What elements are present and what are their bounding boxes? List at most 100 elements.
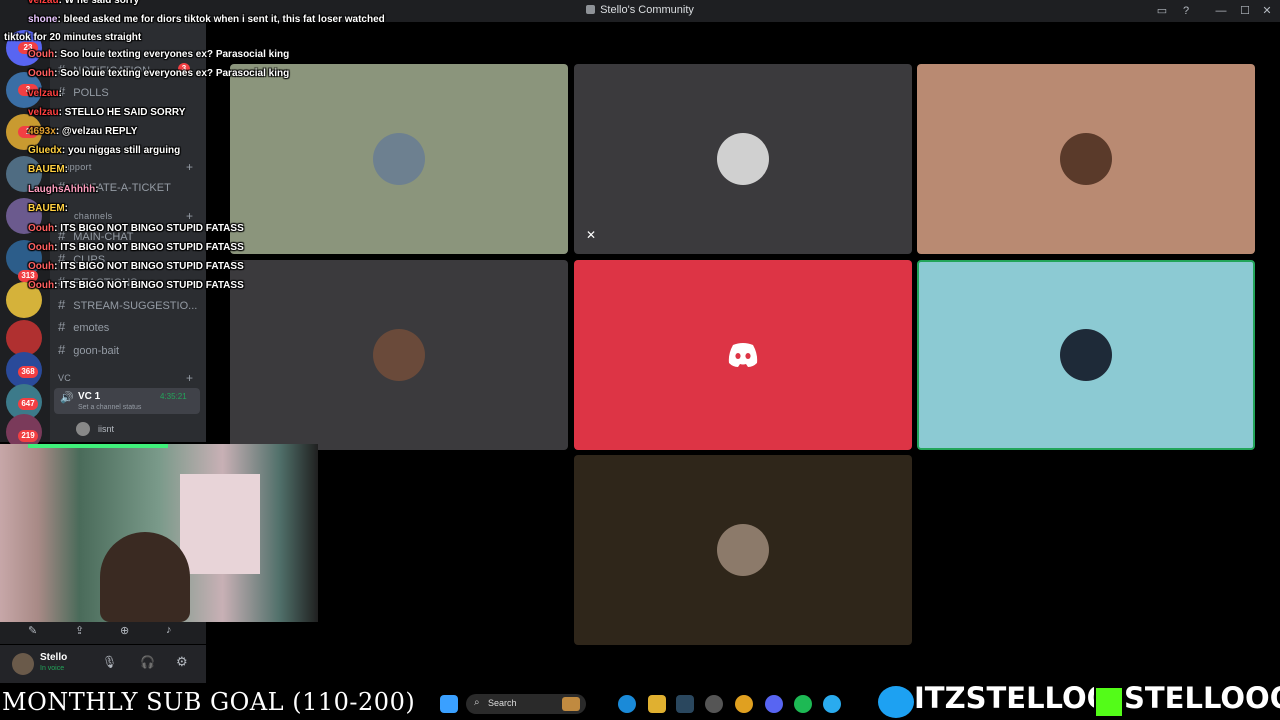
speaker-icon: 🔊 <box>60 392 74 404</box>
chat-message: BAUEM: <box>0 203 68 214</box>
chat-text: : you niggas still arguing <box>61 145 181 156</box>
channel-label: emotes <box>73 322 110 334</box>
chat-message: shone: bleed asked me for diors tiktok w… <box>0 14 385 25</box>
microphone-icon[interactable]: 🎙 <box>102 655 117 669</box>
participant-tile[interactable] <box>574 455 912 645</box>
search-highlight-icon <box>562 697 580 711</box>
server-badge: 219 <box>18 430 38 442</box>
file-explorer-icon[interactable] <box>648 695 666 713</box>
telegram-icon[interactable] <box>823 695 841 713</box>
add-channel-icon[interactable]: + <box>186 371 193 385</box>
voice-timer: 4:35:21 <box>160 392 187 401</box>
chat-text: : ITS BIGO NOT BINGO STUPID FATASS <box>54 242 244 253</box>
channel-label: STREAM-SUGGESTIO... <box>73 300 198 312</box>
chat-message: Oouh: ITS BIGO NOT BINGO STUPID FATASS <box>0 223 244 234</box>
chat-text: : W he said sorry <box>58 0 140 6</box>
edge-icon[interactable] <box>618 695 636 713</box>
chat-message: 4693x: @velzau REPLY <box>0 126 137 137</box>
chat-username: velzau <box>28 0 59 6</box>
avatar <box>717 524 769 576</box>
muted-mic-icon: ✕ <box>586 228 597 242</box>
chat-message: tiktok for 20 minutes straight <box>0 32 141 43</box>
voice-channel-name: VC 1 <box>78 391 101 402</box>
participant-tile[interactable] <box>574 260 912 450</box>
help-icon[interactable]: ? <box>1177 3 1195 19</box>
chat-username: Oouh <box>28 280 55 291</box>
chat-message: BAUEM: <box>0 164 68 175</box>
chat-username: BAUEM <box>28 203 65 214</box>
inbox-icon[interactable]: ▭ <box>1153 3 1171 19</box>
chat-text: : @velzau REPLY <box>55 126 138 137</box>
activity-icon[interactable]: ⊕ <box>120 624 129 637</box>
chat-text: : STELLO HE SAID SORRY <box>58 107 186 118</box>
participant-tile[interactable]: ✕ <box>574 64 912 254</box>
chat-text: : bleed asked me for diors tiktok when i… <box>57 14 385 25</box>
spotify-icon[interactable] <box>794 695 812 713</box>
voice-channel-vc1[interactable]: 🔊 VC 1 4:35:21 Set a channel status <box>54 388 200 414</box>
discord-logo-icon <box>728 343 758 367</box>
hash-icon: # <box>58 319 66 334</box>
headphones-icon[interactable]: 🎧 <box>140 655 155 669</box>
channel-status[interactable]: Set a channel status <box>78 404 141 411</box>
chat-message: Oouh: Soo louie texting everyones ex? Pa… <box>0 68 289 79</box>
discord-icon[interactable] <box>765 695 783 713</box>
whiteboard <box>180 474 260 574</box>
kick-handle: STELLOOO <box>1124 681 1280 715</box>
chat-message: Oouh: ITS BIGO NOT BINGO STUPID FATASS <box>0 242 244 253</box>
soundboard-icon[interactable]: ♪ <box>166 624 172 636</box>
chat-username: BAUEM <box>28 164 65 175</box>
server-badge: 368 <box>18 366 38 378</box>
chat-text: : Soo louie texting everyones ex? Paraso… <box>54 68 290 79</box>
minimize-button[interactable]: — <box>1212 3 1230 19</box>
chat-username: Oouh <box>28 49 55 60</box>
webcam-feed <box>0 444 318 622</box>
chat-username: Oouh <box>28 223 55 234</box>
user-status: In voice <box>40 665 65 672</box>
chat-username: velzau <box>28 88 59 99</box>
chat-username: LaughsAhhhh <box>28 184 96 195</box>
chat-text: : <box>95 184 99 195</box>
chat-text: : <box>64 203 69 214</box>
stream-chat-overlay: velzau: W he said sorry shone: bleed aske… <box>0 0 420 300</box>
channel-goon-bait[interactable]: # goon-bait <box>58 342 119 357</box>
participant-tile-speaking[interactable] <box>917 260 1255 450</box>
server-badge: 647 <box>18 398 38 410</box>
hash-icon: # <box>58 342 66 357</box>
server-icon[interactable] <box>6 320 42 356</box>
taskbar-search[interactable]: ⌕ Search <box>466 694 586 714</box>
camera-icon[interactable]: ✎ <box>28 624 37 637</box>
search-label: Search <box>488 698 517 708</box>
settings-gear-icon[interactable]: ⚙ <box>176 654 188 670</box>
voice-member-name[interactable]: iisnt <box>98 424 114 434</box>
search-icon: ⌕ <box>474 697 480 708</box>
kick-icon <box>1094 686 1124 718</box>
obs-icon[interactable] <box>705 695 723 713</box>
avatar[interactable] <box>12 653 34 675</box>
maximize-button[interactable]: ☐ <box>1236 3 1254 19</box>
avatar <box>1060 329 1112 381</box>
channel-emotes[interactable]: # emotes <box>58 319 109 334</box>
close-button[interactable]: ✕ <box>1258 3 1276 19</box>
participant-tile[interactable] <box>917 64 1255 254</box>
screenshare-icon[interactable]: ⇪ <box>75 624 84 637</box>
twitter-icon <box>876 684 916 720</box>
chat-text: : ITS BIGO NOT BINGO STUPID FATASS <box>54 280 244 291</box>
chat-username: Oouh <box>28 68 55 79</box>
chat-text: : <box>64 164 69 175</box>
window-title-text: Stello's Community <box>600 4 694 16</box>
chat-message: Oouh: Soo louie texting everyones ex? Pa… <box>0 49 289 60</box>
call-controls: ✎ ⇪ ⊕ ♪ <box>0 622 206 644</box>
steam-icon[interactable] <box>676 695 694 713</box>
start-icon[interactable] <box>440 695 458 713</box>
chat-username: 4693x <box>28 126 56 137</box>
twitter-handle: ITZSTELLOO <box>914 681 1112 715</box>
chrome-icon[interactable] <box>735 695 753 713</box>
chat-message: velzau: STELLO HE SAID SORRY <box>0 107 185 118</box>
avatar[interactable] <box>76 422 90 436</box>
username: Stello <box>40 652 68 663</box>
chat-text: : Soo louie texting everyones ex? Paraso… <box>54 49 290 60</box>
avatar <box>373 329 425 381</box>
channel-label: goon-bait <box>73 345 120 357</box>
avatar <box>1060 133 1112 185</box>
category-vc[interactable]: VC <box>58 373 71 383</box>
